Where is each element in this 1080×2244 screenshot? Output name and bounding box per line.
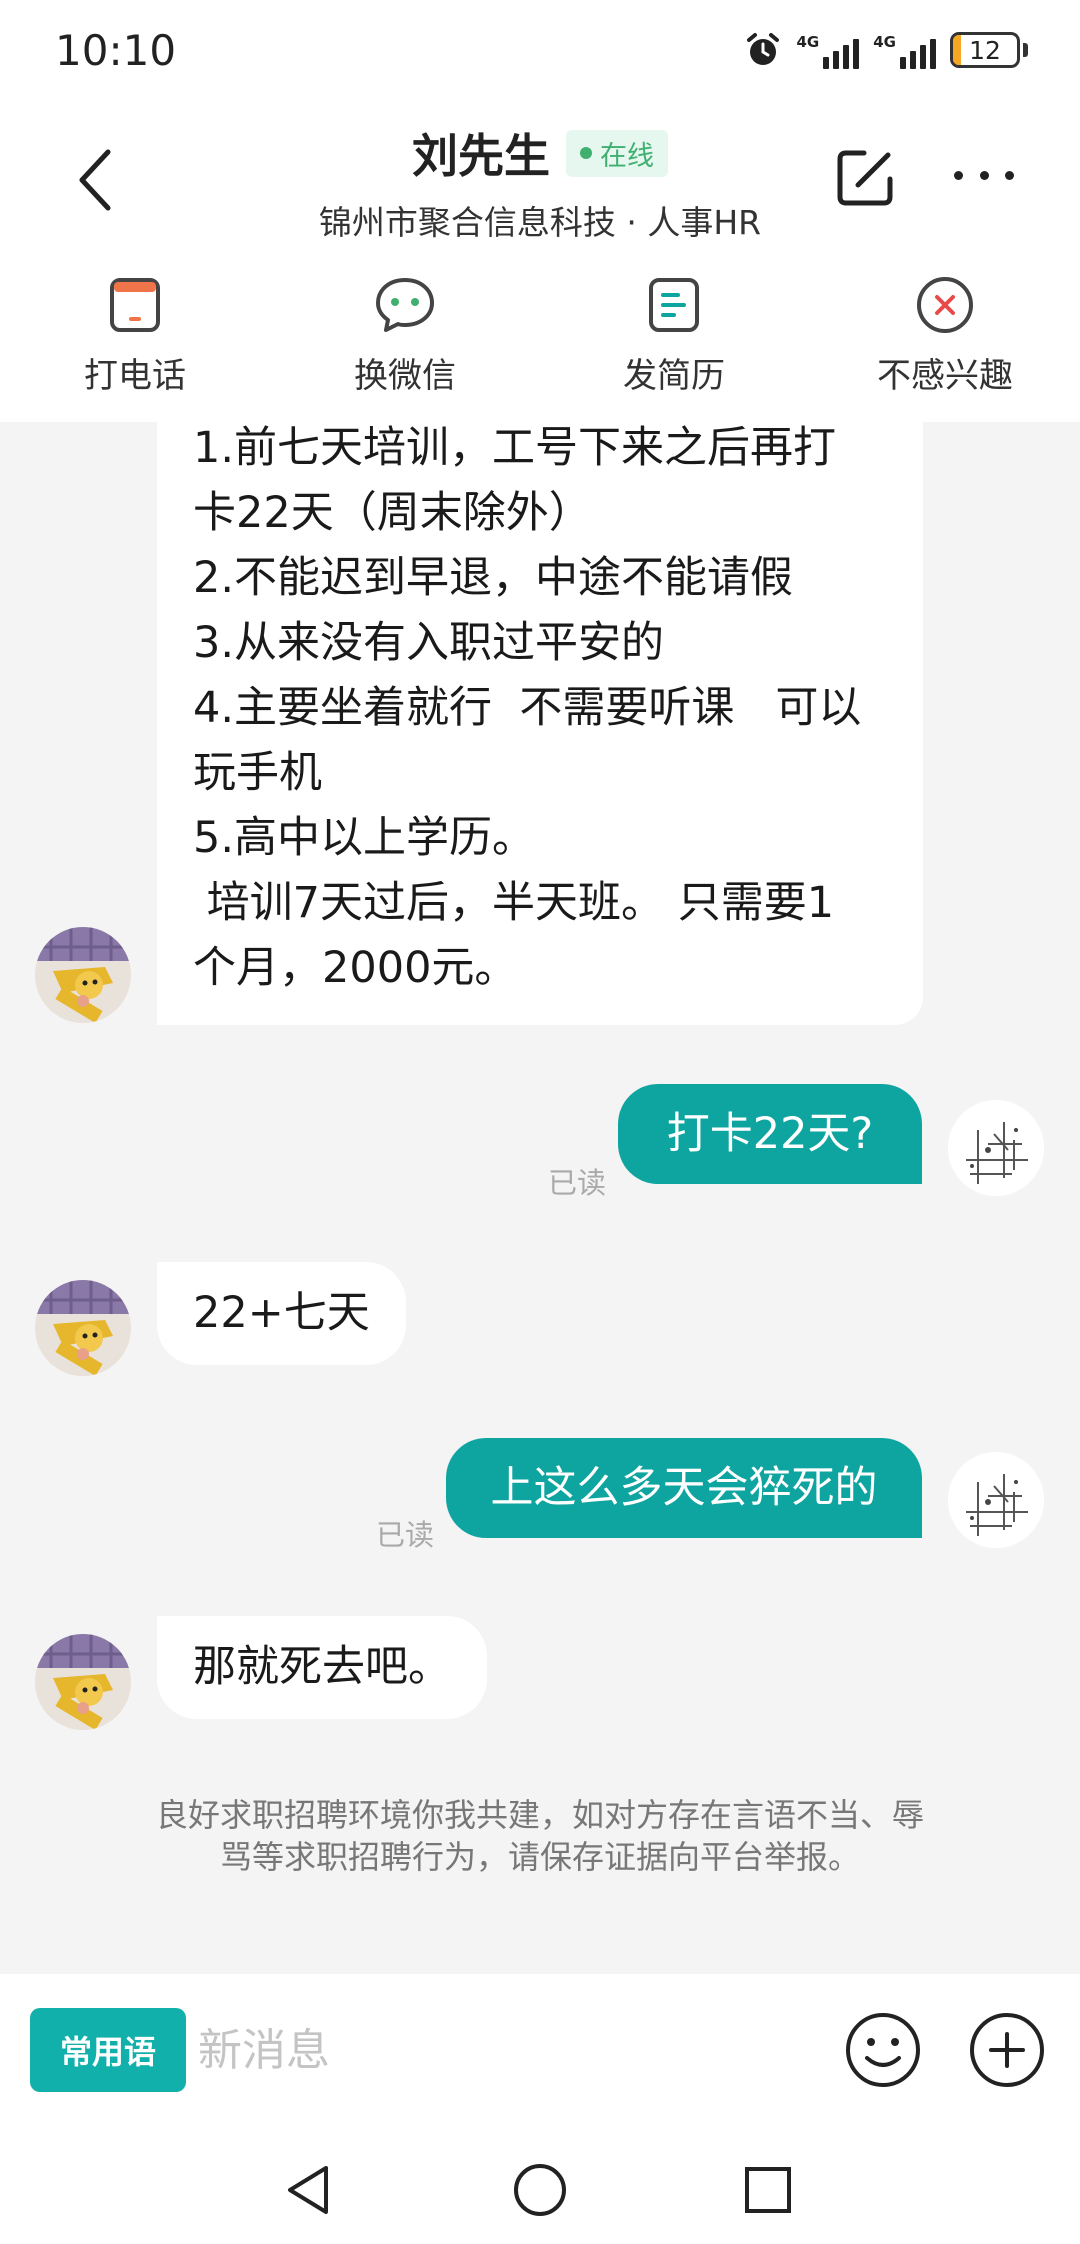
alarm-icon xyxy=(746,33,779,65)
contact-subtitle: 锦州市聚合信息科技 · 人事HR xyxy=(318,203,762,242)
send-resume-label: 发简历 xyxy=(623,356,725,396)
online-dot-icon xyxy=(580,147,592,159)
message-line: 玩手机 xyxy=(193,748,322,798)
chat-header: 刘先生 在线 锦州市聚合信息科技 · 人事HR xyxy=(0,100,1080,262)
battery-icon: 12 xyxy=(950,32,1020,68)
signal-icon-1: 4G xyxy=(797,31,860,69)
my-avatar-image-icon xyxy=(948,1452,1044,1548)
message-line: 卡22天（周末除外） xyxy=(193,488,592,538)
platform-notice: 良好求职招聘环境你我共建，如对方存在言语不当、辱骂等求职招聘行为，请保存证据向平… xyxy=(155,1796,924,1876)
input-bar: 常用语 xyxy=(0,1974,1080,2138)
avatar-image-icon xyxy=(35,1280,131,1376)
message-bubble-incoming[interactable]: 22+七天 xyxy=(157,1262,406,1365)
status-icons: 4G 4G 12 xyxy=(743,28,1028,72)
message-line: 2.不能迟到早退，中途不能请假 xyxy=(193,553,794,603)
message-line: 3.从来没有入职过平安的 xyxy=(193,618,665,668)
status-bar: 10:10 4G 4G 12 xyxy=(0,0,1080,100)
nav-back-button[interactable] xyxy=(280,2160,340,2220)
emoji-button[interactable] xyxy=(843,2010,923,2090)
hr-avatar[interactable] xyxy=(35,1280,131,1376)
message-input[interactable] xyxy=(198,2010,818,2090)
resume-icon xyxy=(649,278,699,332)
message-bubble-outgoing[interactable]: 上这么多天会猝死的 xyxy=(446,1438,922,1538)
more-options-button[interactable] xyxy=(954,155,1014,195)
chat-messages[interactable]: 1.前七天培训，工号下来之后再打 卡22天（周末除外） 2.不能迟到早退，中途不… xyxy=(0,422,1080,1974)
my-avatar[interactable] xyxy=(948,1100,1044,1196)
avatar-image-icon xyxy=(35,927,131,1023)
message-line: 4.主要坐着就行 不需要听课 可以 xyxy=(193,683,862,733)
more-icon xyxy=(954,170,963,180)
read-status: 已读 xyxy=(548,1166,607,1200)
square-recents-icon xyxy=(745,2167,791,2213)
message-bubble-outgoing[interactable]: 打卡22天? xyxy=(618,1084,922,1184)
emoji-icon xyxy=(846,2013,920,2087)
common-phrases-button[interactable]: 常用语 xyxy=(30,2008,186,2092)
contact-name: 刘先生 xyxy=(412,129,550,183)
contact-info: 刘先生 在线 锦州市聚合信息科技 · 人事HR xyxy=(220,120,860,244)
edit-icon xyxy=(837,150,893,206)
action-bar: 打电话 换微信 发简历 不感兴趣 xyxy=(0,262,1080,422)
network-type-1: 4G xyxy=(796,33,820,51)
back-button[interactable] xyxy=(68,140,124,220)
not-interested-label: 不感兴趣 xyxy=(877,356,1013,396)
network-type-2: 4G xyxy=(873,33,896,51)
message-line: 个月，2000元。 xyxy=(193,943,518,993)
online-badge: 在线 xyxy=(566,129,668,177)
system-nav-bar xyxy=(0,2138,1080,2244)
read-status: 已读 xyxy=(376,1518,435,1552)
message-line: 培训7天过后，半天班。 只需要1 xyxy=(193,878,835,928)
triangle-back-icon xyxy=(288,2166,328,2214)
edit-button[interactable] xyxy=(832,145,898,211)
send-resume-button[interactable]: 发简历 xyxy=(574,274,774,397)
signal-icon-2: 4G xyxy=(873,31,936,69)
more-actions-button[interactable] xyxy=(967,2010,1047,2090)
call-label: 打电话 xyxy=(84,356,186,396)
circle-home-icon xyxy=(514,2164,566,2216)
my-avatar[interactable] xyxy=(948,1452,1044,1548)
online-status: 在线 xyxy=(600,140,654,172)
exchange-wechat-label: 换微信 xyxy=(354,356,456,396)
exchange-wechat-button[interactable]: 换微信 xyxy=(305,274,505,397)
status-time: 10:10 xyxy=(55,26,177,75)
message-bubble-incoming[interactable]: 那就死去吧。 xyxy=(157,1616,487,1719)
nav-recents-button[interactable] xyxy=(738,2160,798,2220)
plus-circle-icon xyxy=(970,2013,1044,2087)
message-line: 5.高中以上学历。 xyxy=(193,813,536,863)
hr-avatar[interactable] xyxy=(35,927,131,1023)
battery-level: 12 xyxy=(969,35,1001,65)
not-interested-icon xyxy=(917,277,973,333)
phone-icon xyxy=(110,278,160,332)
avatar-image-icon xyxy=(35,1634,131,1730)
nav-home-button[interactable] xyxy=(510,2160,570,2220)
wechat-icon xyxy=(376,278,434,332)
message-bubble-incoming[interactable]: 1.前七天培训，工号下来之后再打 卡22天（周末除外） 2.不能迟到早退，中途不… xyxy=(157,422,923,1025)
chevron-left-icon xyxy=(79,149,111,211)
message-line: 1.前七天培训，工号下来之后再打 xyxy=(193,423,837,473)
my-avatar-image-icon xyxy=(948,1100,1044,1196)
call-button[interactable]: 打电话 xyxy=(35,274,235,397)
hr-avatar[interactable] xyxy=(35,1634,131,1730)
not-interested-button[interactable]: 不感兴趣 xyxy=(845,274,1045,397)
